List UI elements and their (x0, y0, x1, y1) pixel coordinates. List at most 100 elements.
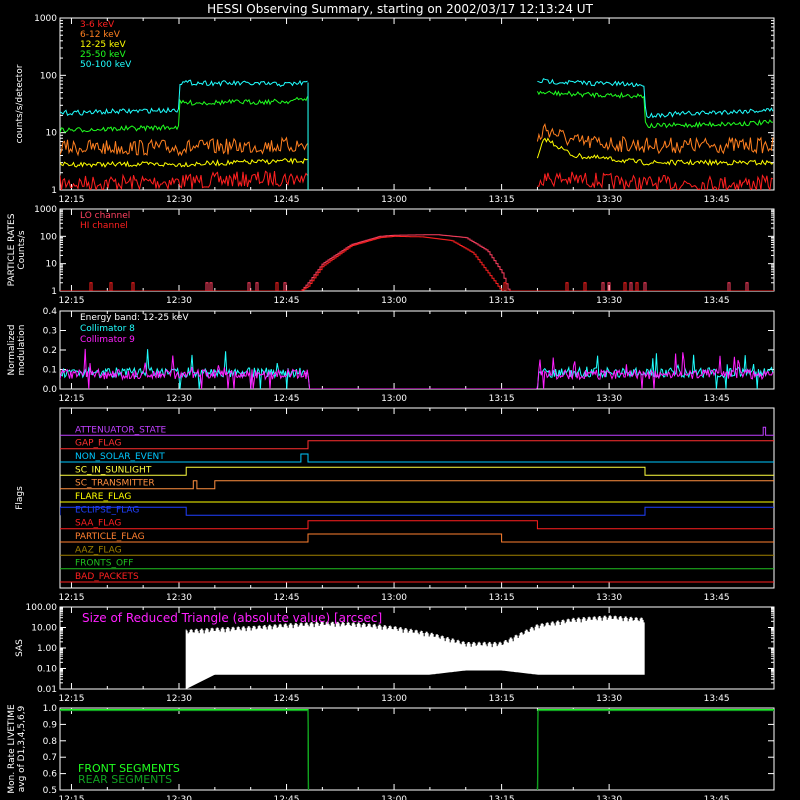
y-tick-label: 1 (51, 287, 57, 297)
energy-band-label: Energy band: 12-25 keV (80, 313, 189, 323)
flag-label: AAZ_FLAG (75, 545, 122, 555)
y-tick-label: 1.00 (37, 644, 57, 654)
hessi-summary-plot: HESSI Observing Summary, starting on 200… (0, 0, 800, 800)
y-tick-label: 1000 (34, 205, 57, 215)
legend-entry: 3-6 keV (80, 20, 115, 30)
flag-label: SAA_FLAG (75, 519, 121, 529)
flag-label: FLARE_FLAG (75, 492, 131, 502)
time-tick-label: 13:30 (596, 394, 622, 404)
y-axis-label-line: avg of D1,3,4,5,6,9 (17, 705, 27, 792)
legend-entry: 6-12 keV (80, 30, 121, 40)
y-axis-label-line: Mon. Rate LIVETIME (7, 704, 17, 794)
legend-entry: Collimator 8 (80, 324, 135, 334)
time-tick-label: 12:30 (166, 296, 192, 306)
time-tick-label: 12:15 (59, 394, 85, 404)
time-tick-label: 13:00 (381, 195, 407, 205)
y-tick-label: 0.10 (37, 665, 57, 675)
time-tick-label: 13:45 (704, 694, 730, 704)
y-tick-label: 1000 (34, 14, 57, 24)
y-axis-label-group: SAS (15, 639, 25, 657)
legend-entry: REAR SEGMENTS (78, 773, 172, 786)
flag-label: PARTICLE_FLAG (75, 532, 145, 542)
time-tick-label: 13:45 (704, 593, 730, 603)
time-tick-label: 12:15 (59, 694, 85, 704)
legend-entry: 50-100 keV (80, 60, 132, 70)
flag-label: ATTENUATOR_STATE (75, 425, 167, 435)
time-tick-label: 12:30 (166, 795, 192, 800)
y-axis-label: SAS (15, 639, 25, 657)
y-tick-label: 0.0 (43, 385, 58, 395)
y-tick-label: 1.0 (43, 704, 58, 714)
y-tick-label: 0.4 (43, 307, 58, 317)
time-tick-label: 13:30 (596, 795, 622, 800)
y-axis-label-line: Counts/s (17, 230, 27, 269)
flag-label: SC_IN_SUNLIGHT (75, 465, 152, 475)
y-axis-label: Flags (15, 486, 25, 510)
legend-entry: 25-50 keV (80, 50, 126, 60)
time-tick-label: 13:30 (596, 694, 622, 704)
flag-label: FRONTS_OFF (75, 559, 133, 569)
y-axis-label-line: modulation (17, 325, 27, 376)
y-tick-label: 0.3 (43, 327, 57, 337)
time-tick-label: 13:45 (704, 394, 730, 404)
y-tick-label: 100 (40, 71, 57, 81)
y-axis-label-group: Flags (15, 486, 25, 510)
y-axis-label-group: counts/s/detector (15, 64, 25, 143)
flag-label: ECLIPSE_FLAG (75, 505, 139, 515)
legend-entry: Collimator 9 (80, 335, 135, 345)
y-tick-label: 10.00 (31, 624, 57, 634)
y-axis-label-group: Mon. Rate LIVETIMEavg of D1,3,4,5,6,9 (7, 704, 27, 794)
y-tick-label: 100 (40, 232, 57, 242)
flag-label: GAP_FLAG (75, 439, 121, 449)
time-tick-label: 13:15 (489, 593, 515, 603)
y-tick-label: 0.1 (43, 366, 57, 376)
time-tick-label: 13:00 (381, 694, 407, 704)
time-tick-label: 13:15 (489, 195, 515, 205)
time-tick-label: 12:30 (166, 195, 192, 205)
time-tick-label: 13:15 (489, 795, 515, 800)
time-tick-label: 12:45 (274, 593, 300, 603)
y-tick-label: 100.00 (26, 603, 58, 613)
time-tick-label: 12:45 (274, 195, 300, 205)
y-axis-label: Normalizedmodulation (7, 324, 27, 375)
y-tick-label: 0.2 (43, 346, 57, 356)
flag-label: NON_SOLAR_EVENT (75, 452, 165, 462)
time-tick-label: 13:30 (596, 195, 622, 205)
time-tick-label: 12:15 (59, 795, 85, 800)
time-tick-label: 13:30 (596, 296, 622, 306)
time-tick-label: 13:15 (489, 694, 515, 704)
time-tick-label: 12:45 (274, 296, 300, 306)
time-tick-label: 12:30 (166, 593, 192, 603)
time-tick-label: 13:00 (381, 795, 407, 800)
y-tick-label: 0.8 (43, 737, 58, 747)
time-tick-label: 12:45 (274, 694, 300, 704)
time-tick-label: 13:45 (704, 795, 730, 800)
legend-entry: 12-25 keV (80, 40, 126, 50)
y-tick-label: 0.6 (43, 770, 58, 780)
sas-caption: Size of Reduced Triangle (absolute value… (82, 611, 382, 625)
time-tick-label: 12:15 (59, 195, 85, 205)
y-axis-label-line: Normalized (7, 324, 17, 375)
y-tick-label: 0.7 (43, 753, 57, 763)
y-tick-label: 0.9 (43, 720, 58, 730)
y-tick-label: 10 (46, 129, 58, 139)
time-tick-label: 13:30 (596, 593, 622, 603)
y-tick-label: 0.01 (37, 685, 57, 695)
time-tick-label: 12:15 (59, 593, 85, 603)
y-axis-label-line: PARTICLE RATES (7, 213, 17, 286)
time-tick-label: 13:45 (704, 195, 730, 205)
plot-title: HESSI Observing Summary, starting on 200… (207, 2, 593, 16)
y-tick-label: 10 (46, 260, 58, 270)
y-tick-label: 1 (51, 186, 57, 196)
time-tick-label: 13:45 (704, 296, 730, 306)
time-tick-label: 12:45 (274, 795, 300, 800)
time-tick-label: 13:15 (489, 296, 515, 306)
y-axis-label-group: Normalizedmodulation (7, 324, 27, 375)
y-axis-label: Mon. Rate LIVETIMEavg of D1,3,4,5,6,9 (7, 704, 27, 794)
time-tick-label: 13:00 (381, 296, 407, 306)
time-tick-label: 12:45 (274, 394, 300, 404)
y-tick-label: 0.5 (43, 786, 57, 796)
time-tick-label: 12:30 (166, 394, 192, 404)
flag-label: SC_TRANSMITTER (75, 479, 155, 489)
flag-label: BAD_PACKETS (75, 572, 139, 582)
